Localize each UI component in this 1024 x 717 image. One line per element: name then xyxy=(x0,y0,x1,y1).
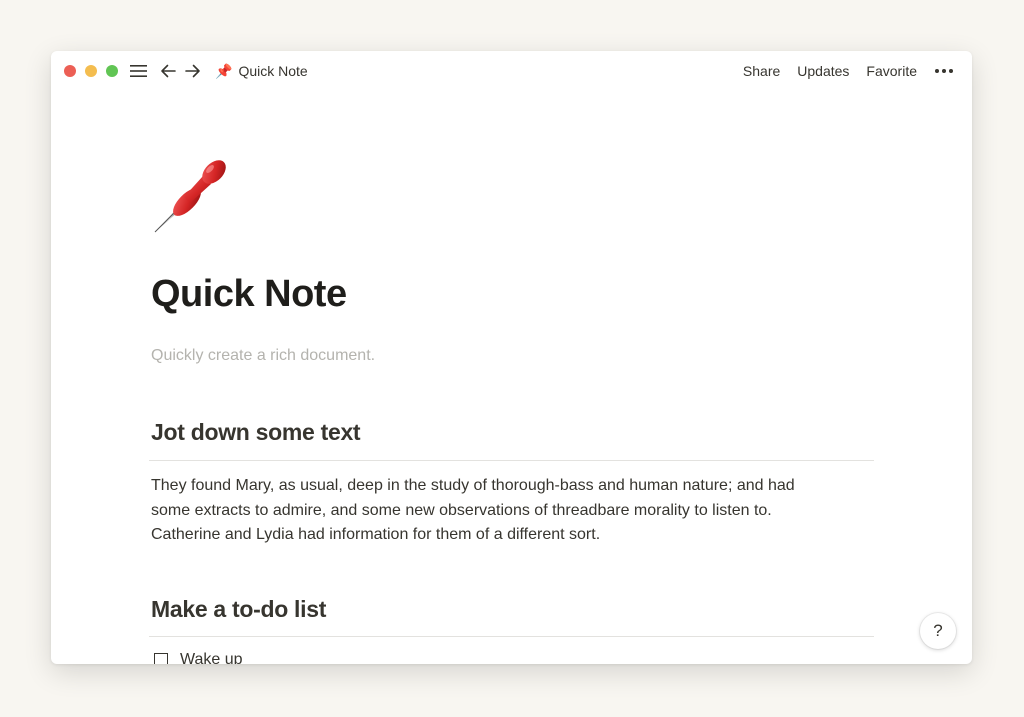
pushpin-icon: 📌 xyxy=(215,62,233,79)
heading-todo-list[interactable]: Make a to-do list xyxy=(151,596,326,623)
forward-arrow-icon[interactable] xyxy=(184,61,202,81)
paragraph-text[interactable]: They found Mary, as usual, deep in the s… xyxy=(151,474,871,548)
favorite-button[interactable]: Favorite xyxy=(866,63,917,79)
page-description[interactable]: Quickly create a rich document. xyxy=(151,347,375,365)
paragraph-line: Catherine and Lydia had information for … xyxy=(151,526,601,543)
breadcrumb[interactable]: 📌 Quick Note xyxy=(215,61,308,81)
paragraph-line: some extracts to admire, and some new ob… xyxy=(151,501,772,519)
page-title[interactable]: Quick Note xyxy=(151,273,347,316)
breadcrumb-title: Quick Note xyxy=(238,63,308,79)
help-button[interactable]: ? xyxy=(920,613,956,649)
minimize-window-button[interactable] xyxy=(85,65,97,77)
todo-item: Wake up xyxy=(154,651,243,664)
heading-jot-down[interactable]: Jot down some text xyxy=(151,419,361,446)
zoom-window-button[interactable] xyxy=(106,65,118,77)
menu-icon[interactable] xyxy=(129,61,147,81)
more-icon[interactable] xyxy=(933,69,954,73)
topbar-actions: Share Updates Favorite xyxy=(726,61,954,81)
close-window-button[interactable] xyxy=(64,65,76,77)
title-bar: 📌 Quick Note Share Updates Favorite xyxy=(51,51,972,91)
pushpin-icon[interactable] xyxy=(151,152,233,234)
todo-label[interactable]: Wake up xyxy=(180,651,243,664)
divider xyxy=(149,636,874,637)
divider xyxy=(149,460,874,461)
paragraph-line: They found Mary, as usual, deep in the s… xyxy=(151,477,795,494)
share-button[interactable]: Share xyxy=(743,63,780,79)
app-window: 📌 Quick Note Share Updates Favorite Quic… xyxy=(51,51,972,664)
todo-checkbox[interactable] xyxy=(154,653,168,664)
back-arrow-icon[interactable] xyxy=(159,61,177,81)
updates-button[interactable]: Updates xyxy=(797,63,849,79)
